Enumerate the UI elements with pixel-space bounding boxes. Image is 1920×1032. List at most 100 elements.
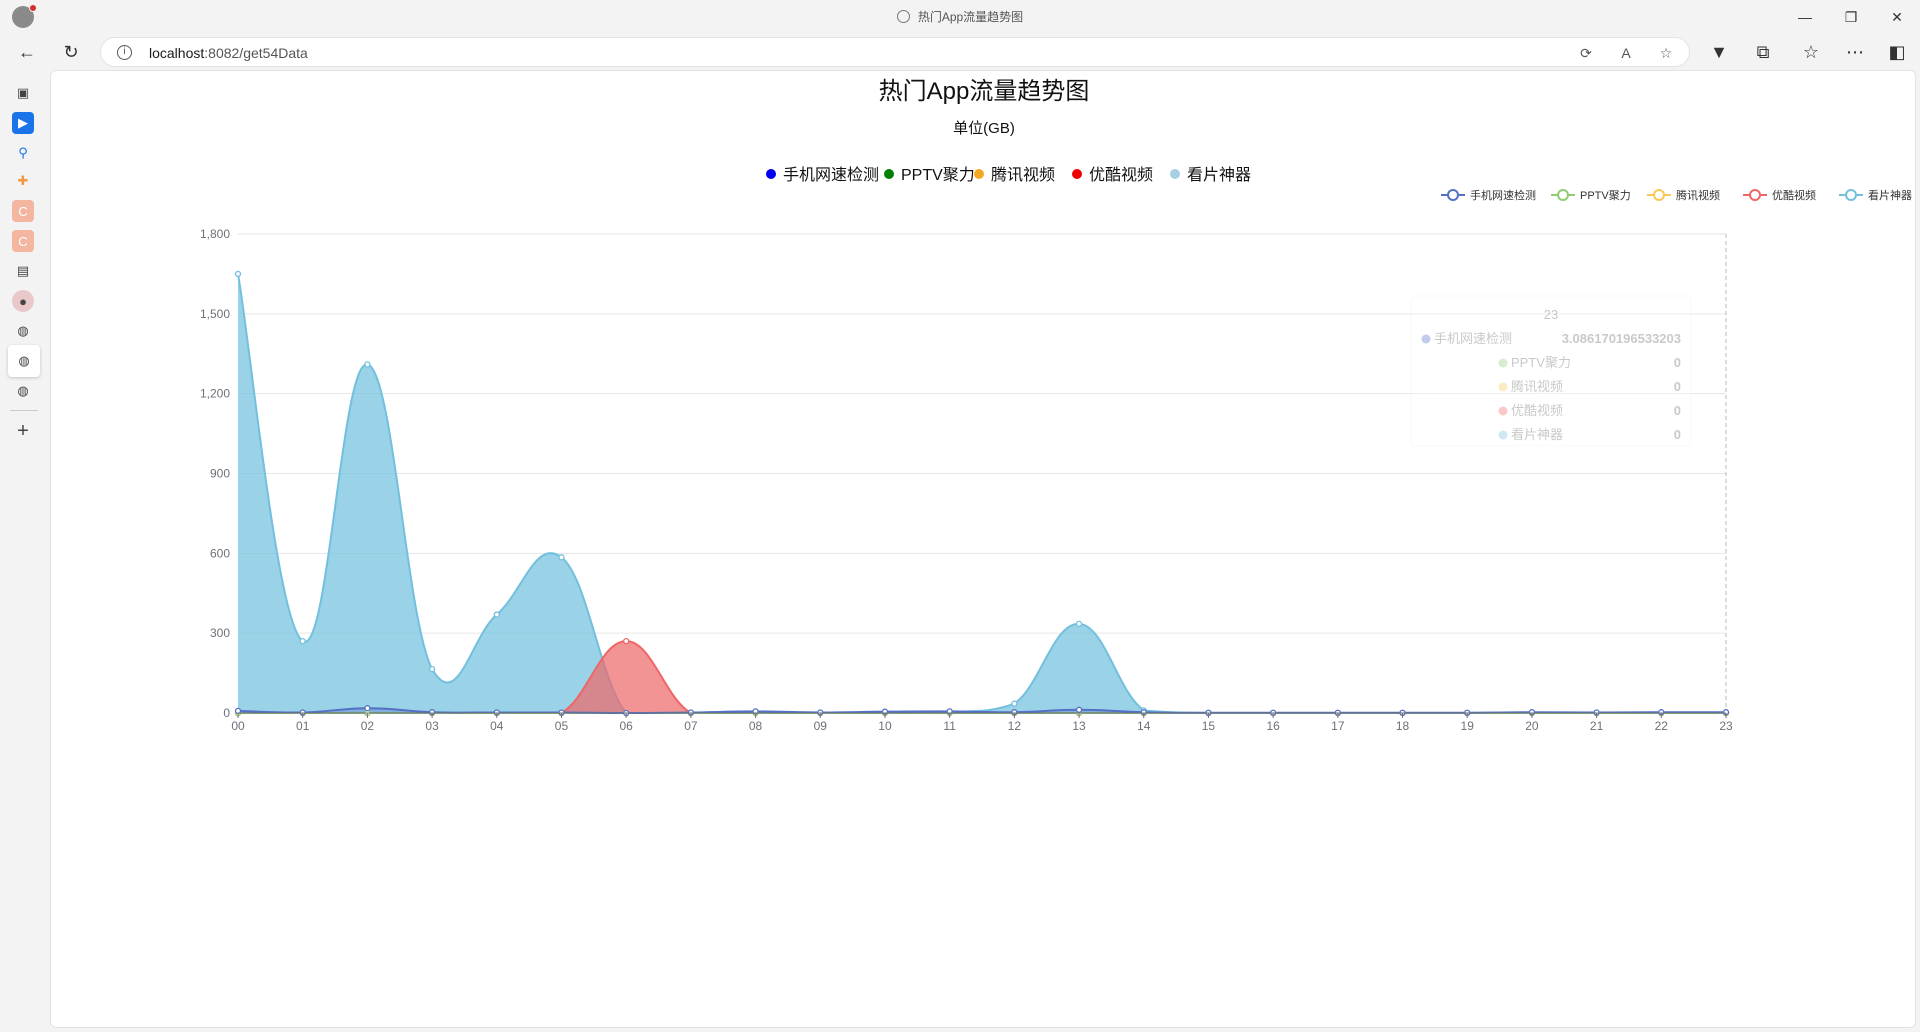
legend-marker xyxy=(1447,189,1459,201)
x-tick-label: 07 xyxy=(684,719,698,733)
globe-icon[interactable]: ◍ xyxy=(12,320,34,342)
legend-dot xyxy=(1072,169,1082,179)
legend-dot xyxy=(1170,169,1180,179)
back-icon[interactable]: ← xyxy=(12,38,42,66)
globe-icon-2[interactable]: ◍ xyxy=(12,380,34,402)
tooltip-header: 23 xyxy=(1544,307,1558,322)
url-text[interactable]: localhost:8082/get54Data xyxy=(149,45,308,61)
legend-marker xyxy=(1557,189,1569,201)
globe-icon xyxy=(896,10,910,23)
y-tick-label: 300 xyxy=(210,626,230,640)
data-point xyxy=(1075,706,1083,713)
minimize-button[interactable]: — xyxy=(1782,0,1828,34)
legend-dot xyxy=(766,169,776,179)
x-tick-label: 21 xyxy=(1590,719,1604,733)
sidebar-toggle-icon[interactable]: ◧ xyxy=(1882,38,1912,66)
y-tick-label: 0 xyxy=(223,706,230,720)
tooltip-dot xyxy=(1498,382,1508,392)
data-point xyxy=(364,361,371,368)
favorites-icon[interactable]: ☆ xyxy=(1796,38,1826,66)
tooltip-dot xyxy=(1498,406,1508,416)
tooltip-name: PPTV聚力 xyxy=(1511,355,1571,370)
c-app-icon-2[interactable]: C xyxy=(12,230,34,252)
legend-label: 腾讯视频 xyxy=(991,166,1055,184)
address-bar[interactable]: i localhost:8082/get54Data ⟳ A ☆ xyxy=(100,37,1690,67)
legend-label: 手机网速检测 xyxy=(1470,188,1536,202)
puzzle-icon[interactable]: ✚ xyxy=(12,170,34,192)
data-point xyxy=(364,705,371,712)
legend-label: PPTV聚力 xyxy=(901,166,975,184)
data-point xyxy=(299,638,306,645)
data-point xyxy=(558,554,565,561)
tooltip-name: 手机网速检测 xyxy=(1434,331,1512,346)
x-tick-label: 09 xyxy=(814,719,828,733)
x-tick-label: 11 xyxy=(943,719,956,733)
x-tick-label: 00 xyxy=(231,719,245,733)
globe-icon-active[interactable]: ◍ xyxy=(8,345,40,377)
c-app-icon[interactable]: C xyxy=(12,200,34,222)
collections-icon[interactable]: ▣ xyxy=(12,82,34,104)
legend-label: PPTV聚力 xyxy=(1580,189,1631,202)
chart-subtitle: 单位(GB) xyxy=(953,120,1015,137)
doc-icon[interactable]: ▤ xyxy=(12,260,34,282)
translate-icon[interactable]: ⟳ xyxy=(1576,43,1596,63)
tooltip-name: 优酷视频 xyxy=(1511,403,1563,418)
extension-shield-icon[interactable]: ▼ xyxy=(1704,38,1734,66)
x-tick-label: 01 xyxy=(296,719,310,733)
y-tick-label: 900 xyxy=(210,467,230,481)
data-point xyxy=(428,665,436,673)
legend-marker xyxy=(1749,189,1761,201)
data-point xyxy=(493,611,500,618)
legend-label: 腾讯视频 xyxy=(1676,188,1720,202)
legend-top: 手机网速检测 PPTV聚力 腾讯视频 优酷视频 看片神器 xyxy=(766,166,1251,184)
y-tick-label: 1,200 xyxy=(200,387,230,401)
sidebar-divider xyxy=(10,410,38,411)
url-host: localhost xyxy=(149,45,205,61)
favorite-star-icon[interactable]: ☆ xyxy=(1656,43,1676,63)
browser-sidebar: ▣ ▶ ⚲ ✚ C C ▤ ● ◍ ◍ ◍ + xyxy=(0,70,48,1032)
x-tick-label: 12 xyxy=(1008,719,1022,733)
app-icon[interactable]: ▶ xyxy=(12,112,34,134)
tooltip-value: 0 xyxy=(1674,403,1681,418)
tooltip-dot xyxy=(1421,334,1431,344)
close-button[interactable]: ✕ xyxy=(1874,0,1920,34)
x-tick-label: 04 xyxy=(490,719,504,733)
legend-marker xyxy=(1653,189,1665,201)
legend-label: 手机网速检测 xyxy=(783,166,879,184)
x-tick-label: 06 xyxy=(619,719,633,733)
x-tick-label: 19 xyxy=(1461,719,1475,733)
url-path: :8082/get54Data xyxy=(204,45,308,61)
legend-label: 优酷视频 xyxy=(1772,188,1816,202)
legend-label: 看片神器 xyxy=(1868,188,1912,202)
x-tick-label: 16 xyxy=(1266,719,1280,733)
read-aloud-icon[interactable]: A xyxy=(1616,43,1636,63)
x-tick-label: 14 xyxy=(1137,719,1151,733)
site-info-icon[interactable]: i xyxy=(117,45,132,60)
refresh-icon[interactable]: ↻ xyxy=(56,38,86,66)
tooltip-name: 看片神器 xyxy=(1511,427,1563,442)
data-point xyxy=(1011,700,1018,707)
restore-button[interactable]: ❐ xyxy=(1828,0,1874,34)
legend-dot xyxy=(884,169,894,179)
window-titlebar: 热门App流量趋势图 — ❐ ✕ xyxy=(0,0,1920,34)
search-icon[interactable]: ⚲ xyxy=(12,142,34,164)
add-icon[interactable]: + xyxy=(12,420,34,442)
x-tick-label: 23 xyxy=(1719,719,1733,733)
extensions-icon[interactable]: ⧉ xyxy=(1748,38,1778,66)
page-content: 热门App流量趋势图 单位(GB) 手机网速检测 PPTV聚力 腾讯视频 优酷视频 看片… xyxy=(50,70,1916,1028)
y-tick-label: 600 xyxy=(210,546,230,560)
x-tick-label: 13 xyxy=(1072,719,1086,733)
x-tick-label: 02 xyxy=(361,719,375,733)
x-tick-label: 22 xyxy=(1655,719,1669,733)
tooltip: 23 手机网速检测 3.086170196533203 PPTV聚力 0 腾讯视频 0 优酷视… xyxy=(1410,295,1692,447)
data-point xyxy=(623,638,630,645)
y-tick-label: 1,800 xyxy=(200,227,230,241)
avatar-icon[interactable]: ● xyxy=(12,290,34,312)
x-tick-label: 17 xyxy=(1331,719,1345,733)
legend-marker xyxy=(1845,189,1857,201)
chart-title: 热门App流量趋势图 xyxy=(879,78,1090,105)
more-menu-icon[interactable]: ⋯ xyxy=(1840,38,1870,66)
x-tick-label: 08 xyxy=(749,719,763,733)
traffic-chart: 热门App流量趋势图 单位(GB) 手机网速检测 PPTV聚力 腾讯视频 优酷视频 看片… xyxy=(200,78,1912,733)
tooltip-value: 0 xyxy=(1674,427,1681,442)
